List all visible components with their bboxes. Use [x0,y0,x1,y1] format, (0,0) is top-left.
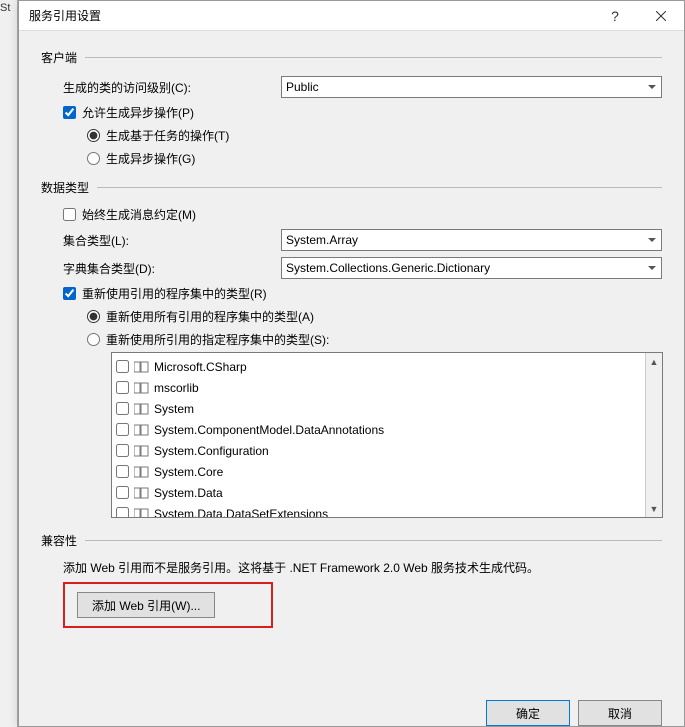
collection-type-select-wrap: System.Array [281,229,662,251]
assembly-name: Microsoft.CSharp [154,360,247,374]
always-msgcontract-row: 始终生成消息约定(M) [63,206,662,223]
assembly-name: System.Data.DataSetExtensions [154,507,328,519]
assembly-name: System [154,402,194,416]
section-divider [85,540,662,541]
assembly-checkbox[interactable] [116,465,129,478]
dict-type-label: 字典集合类型(D): [63,260,281,277]
section-datatype-header: 数据类型 [41,179,662,196]
allow-async-check-row: 允许生成异步操作(P) [63,104,662,121]
section-compat-label: 兼容性 [41,532,85,549]
assembly-row[interactable]: System.Core [116,461,641,482]
assembly-row[interactable]: System.Data.DataSetExtensions [116,503,641,518]
scroll-down-icon[interactable]: ▼ [646,500,663,517]
assembly-icon [134,423,149,437]
scroll-up-icon[interactable]: ▲ [646,353,663,370]
dialog-footer: 确定 取消 [19,700,684,726]
assembly-scrollbar[interactable]: ▲ ▼ [645,353,662,517]
window-title: 服务引用设置 [29,7,592,24]
titlebar: 服务引用设置 ? [19,1,684,31]
assembly-name: System.Configuration [154,444,269,458]
async-op-radio[interactable] [87,152,100,165]
assembly-name: System.ComponentModel.DataAnnotations [154,423,384,437]
section-compat-header: 兼容性 [41,532,662,549]
access-level-label: 生成的类的访问级别(C): [63,79,281,96]
always-msgcontract-checkbox[interactable] [63,208,76,221]
access-level-select[interactable]: Public [281,76,662,98]
assembly-row[interactable]: Microsoft.CSharp [116,356,641,377]
assembly-icon [134,486,149,500]
reuse-all-radio-row: 重新使用所有引用的程序集中的类型(A) [87,308,662,325]
reuse-specified-label: 重新使用所引用的指定程序集中的类型(S): [106,331,329,348]
help-button[interactable]: ? [592,1,638,31]
reuse-all-radio[interactable] [87,310,100,323]
assembly-checkbox[interactable] [116,381,129,394]
close-button[interactable] [638,1,684,31]
ok-button[interactable]: 确定 [486,700,570,726]
assembly-row[interactable]: System [116,398,641,419]
async-op-label: 生成异步操作(G) [106,150,195,167]
reuse-all-label: 重新使用所有引用的程序集中的类型(A) [106,308,314,325]
collection-type-select[interactable]: System.Array [281,229,662,251]
cancel-button[interactable]: 取消 [578,700,662,726]
dict-type-select[interactable]: System.Collections.Generic.Dictionary [281,257,662,279]
assembly-name: System.Data [154,486,223,500]
allow-async-label: 允许生成异步操作(P) [82,104,194,121]
dialog-body: 客户端 生成的类的访问级别(C): Public 允许生成异步操作(P) 生成基… [19,31,684,700]
assembly-icon [134,381,149,395]
assembly-row[interactable]: mscorlib [116,377,641,398]
assembly-icon [134,507,149,519]
async-op-radio-row: 生成异步操作(G) [87,150,662,167]
assembly-name: mscorlib [154,381,199,395]
assembly-checkbox[interactable] [116,444,129,457]
dict-type-row: 字典集合类型(D): System.Collections.Generic.Di… [63,257,662,279]
assembly-row[interactable]: System.Data [116,482,641,503]
section-divider [85,57,662,58]
assembly-icon [134,465,149,479]
assembly-items: Microsoft.CSharp mscorlib System System.Com… [112,353,645,517]
section-datatype-label: 数据类型 [41,179,97,196]
reuse-types-row: 重新使用引用的程序集中的类型(R) [63,285,662,302]
collection-type-label: 集合类型(L): [63,232,281,249]
collection-type-row: 集合类型(L): System.Array [63,229,662,251]
section-client-header: 客户端 [41,49,662,66]
compat-description: 添加 Web 引用而不是服务引用。这将基于 .NET Framework 2.0… [63,559,662,576]
assembly-row[interactable]: System.Configuration [116,440,641,461]
section-divider [97,187,662,188]
task-based-radio-row: 生成基于任务的操作(T) [87,127,662,144]
assembly-icon [134,444,149,458]
reuse-types-label: 重新使用引用的程序集中的类型(R) [82,285,267,302]
reuse-specified-radio-row: 重新使用所引用的指定程序集中的类型(S): [87,331,662,348]
assembly-checkbox[interactable] [116,360,129,373]
add-web-reference-button[interactable]: 添加 Web 引用(W)... [77,592,215,618]
reuse-types-checkbox[interactable] [63,287,76,300]
assembly-checkbox[interactable] [116,423,129,436]
assembly-checkbox[interactable] [116,486,129,499]
section-client-label: 客户端 [41,49,85,66]
task-based-radio[interactable] [87,129,100,142]
assembly-row[interactable]: System.ComponentModel.DataAnnotations [116,419,641,440]
assembly-checkbox[interactable] [116,402,129,415]
close-icon [656,11,666,21]
assembly-name: System.Core [154,465,223,479]
access-level-row: 生成的类的访问级别(C): Public [63,76,662,98]
assembly-checkbox[interactable] [116,507,129,518]
assembly-icon [134,402,149,416]
background-app-fragment: St [0,0,18,727]
reuse-specified-radio[interactable] [87,333,100,346]
service-reference-settings-dialog: 服务引用设置 ? 客户端 生成的类的访问级别(C): Public 允许生成异步… [18,0,685,727]
allow-async-checkbox[interactable] [63,106,76,119]
add-web-ref-highlight: 添加 Web 引用(W)... [63,582,273,628]
always-msgcontract-label: 始终生成消息约定(M) [82,206,196,223]
task-based-label: 生成基于任务的操作(T) [106,127,229,144]
access-level-select-wrap: Public [281,76,662,98]
assembly-icon [134,360,149,374]
dict-type-select-wrap: System.Collections.Generic.Dictionary [281,257,662,279]
assembly-list: Microsoft.CSharp mscorlib System System.Com… [111,352,663,518]
